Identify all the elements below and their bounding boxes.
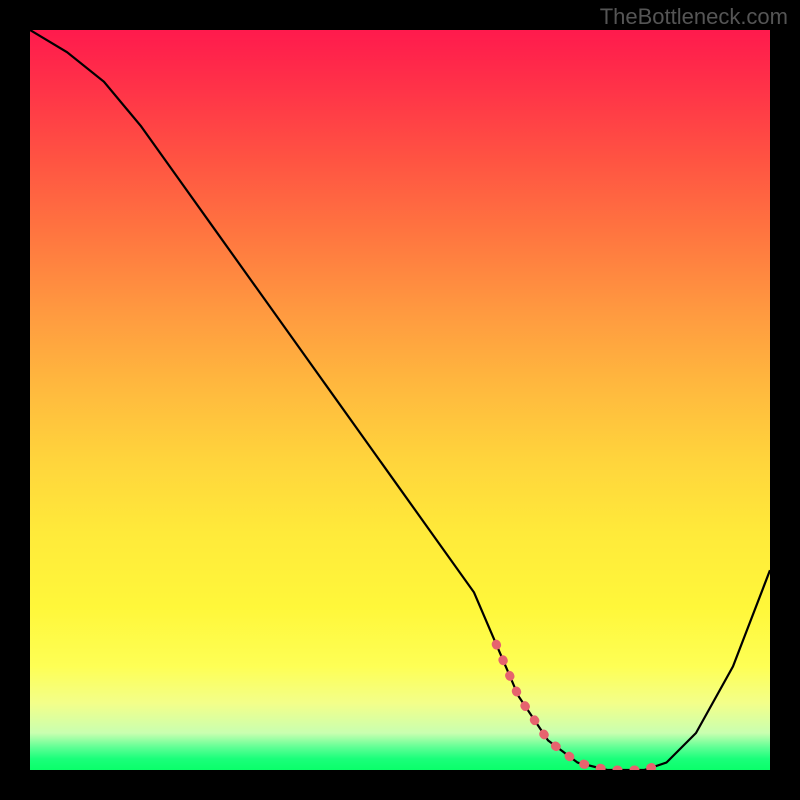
plot-area (30, 30, 770, 770)
main-curve (30, 30, 770, 770)
watermark-text: TheBottleneck.com (600, 4, 788, 30)
chart-svg (30, 30, 770, 770)
highlight-curve (496, 644, 666, 770)
